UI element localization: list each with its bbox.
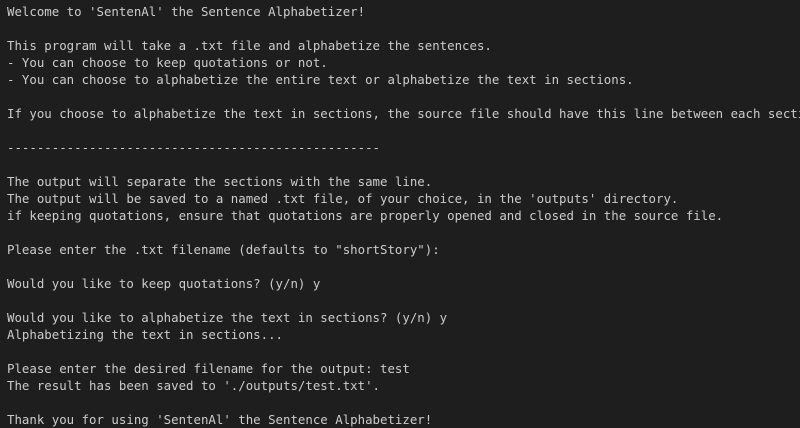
terminal-line: Alphabetizing the text in sections... [7, 327, 284, 342]
terminal-line: - You can choose to keep quotations or n… [7, 55, 328, 70]
terminal-line: Please enter the desired filename for th… [7, 361, 410, 376]
terminal-line: - You can choose to alphabetize the enti… [7, 72, 634, 87]
terminal-line: The output will separate the sections wi… [7, 174, 433, 189]
terminal-output: Welcome to 'SentenAl' the Sentence Alpha… [7, 3, 800, 428]
terminal-line: if keeping quotations, ensure that quota… [7, 208, 724, 223]
terminal-panel[interactable]: Welcome to 'SentenAl' the Sentence Alpha… [0, 0, 800, 428]
terminal-line: If you choose to alphabetize the text in… [7, 106, 800, 121]
terminal-line: Welcome to 'SentenAl' the Sentence Alpha… [7, 4, 366, 19]
terminal-line: ----------------------------------------… [7, 140, 380, 155]
terminal-line: Would you like to keep quotations? (y/n)… [7, 276, 321, 291]
terminal-line: The result has been saved to './outputs/… [7, 378, 380, 393]
terminal-line: The output will be saved to a named .txt… [7, 191, 679, 206]
terminal-line: Thank you for using 'SentenAl' the Sente… [7, 412, 433, 427]
terminal-line: This program will take a .txt file and a… [7, 38, 492, 53]
terminal-line: Would you like to alphabetize the text i… [7, 310, 448, 325]
terminal-line: Please enter the .txt filename (defaults… [7, 242, 440, 257]
